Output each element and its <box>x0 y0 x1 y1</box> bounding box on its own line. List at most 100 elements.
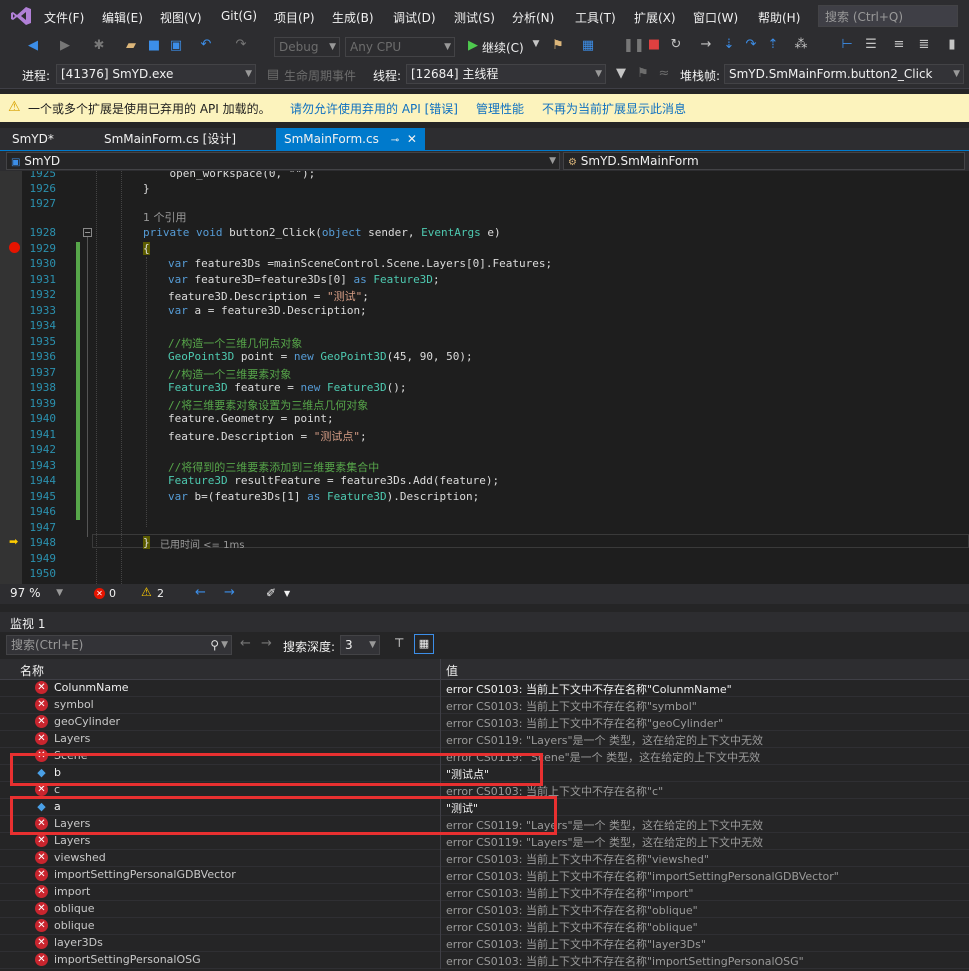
tab-smyd[interactable]: SmYD* <box>4 128 62 150</box>
bookmark-icon[interactable]: ▮ <box>943 37 961 52</box>
watch-value[interactable]: error CS0103: 当前上下文中不存在名称"symbol" <box>446 698 697 714</box>
menu-edit[interactable]: 编辑(E) <box>102 9 143 26</box>
watch-value[interactable]: error CS0103: 当前上下文中不存在名称"importSettingP… <box>446 953 804 969</box>
forward-icon[interactable]: ▶ <box>56 38 74 53</box>
watch-value[interactable]: error CS0103: 当前上下文中不存在名称"import" <box>446 885 693 901</box>
hot-reload-icon[interactable]: ⚑ <box>549 38 567 53</box>
thread-select[interactable]: [12684] 主线程 ▼ <box>406 64 606 84</box>
menu-analyze[interactable]: 分析(N) <box>512 9 554 26</box>
perf-tip[interactable]: 已用时间 <= 1ms <box>160 536 244 551</box>
previous-issue-icon[interactable]: ← <box>195 585 206 600</box>
watch-name[interactable]: oblique <box>54 919 95 932</box>
column-divider[interactable] <box>440 659 441 679</box>
code-editor[interactable]: ➡ 1925 1926 1927 1928 1929 1930 1931 193… <box>0 171 969 584</box>
process-select[interactable]: [41376] SmYD.exe ▼ <box>56 64 256 84</box>
watch-name[interactable]: oblique <box>54 902 95 915</box>
pause-icon[interactable]: ❚❚ <box>623 38 645 53</box>
menu-window[interactable]: 窗口(W) <box>693 9 738 26</box>
stack-frame-select[interactable]: SmYD.SmMainForm.button2_Click ▼ <box>724 64 964 84</box>
step-into-icon[interactable]: ⇣ <box>720 37 738 52</box>
watch-name[interactable]: Layers <box>54 834 90 847</box>
thread-icon[interactable]: ⊢ <box>838 37 856 52</box>
indicator-margin[interactable] <box>0 171 22 584</box>
menu-project[interactable]: 项目(P) <box>274 9 315 26</box>
hex-display-icon[interactable]: ⁂ <box>792 37 810 52</box>
menu-test[interactable]: 测试(S) <box>454 9 495 26</box>
restart-icon[interactable]: ↻ <box>667 37 685 52</box>
step-out-icon[interactable]: ⇡ <box>764 37 782 52</box>
search-previous-icon[interactable]: ← <box>240 636 251 651</box>
code-cleanup-icon[interactable]: ✐ <box>266 586 276 600</box>
dont-show-again-link[interactable]: 不再为当前扩展显示此消息 <box>542 100 686 117</box>
search-depth-select[interactable]: 3 ▼ <box>340 635 380 655</box>
watch-name[interactable]: geoCylinder <box>54 715 120 728</box>
disallow-deprecated-api-link[interactable]: 请勿允许使用弃用的 API [错误] <box>290 100 458 117</box>
watch-name[interactable]: importSettingPersonalGDBVector <box>54 868 236 881</box>
watch-name[interactable]: symbol <box>54 698 94 711</box>
breakpoint-icon[interactable] <box>9 242 20 253</box>
type-dropdown[interactable]: ⚙ SmYD.SmMainForm <box>563 152 965 170</box>
watch-row[interactable]: ✕ viewshed error CS0103: 当前上下文中不存在名称"views… <box>0 850 969 867</box>
column-header-name[interactable]: 名称 <box>20 662 44 679</box>
watch-row[interactable]: ✕ importSettingPersonalOSG error CS0103: 当… <box>0 952 969 969</box>
save-all-icon[interactable]: ▣ <box>167 38 185 53</box>
comment-icon[interactable]: ≡ <box>890 37 908 52</box>
menu-extensions[interactable]: 扩展(X) <box>634 9 676 26</box>
search-next-icon[interactable]: → <box>261 636 272 651</box>
stop-icon[interactable]: ■ <box>645 37 663 52</box>
watch-row[interactable]: ✕ symbol error CS0103: 当前上下文中不存在名称"symbol" <box>0 697 969 714</box>
visual-studio-logo-icon[interactable] <box>10 6 32 26</box>
watch-value[interactable]: error CS0103: 当前上下文中不存在名称"importSettingP… <box>446 868 839 884</box>
show-flagged-icon[interactable]: ≈ <box>655 66 673 81</box>
watch-value[interactable]: error CS0103: 当前上下文中不存在名称"viewshed" <box>446 851 709 867</box>
watch-value[interactable]: error CS0103: 当前上下文中不存在名称"geoCylinder" <box>446 715 723 731</box>
chevron-down-icon[interactable]: ▼ <box>527 39 545 49</box>
chevron-down-icon[interactable]: ▼ <box>221 636 228 654</box>
close-icon[interactable]: ✕ <box>407 132 417 146</box>
play-icon[interactable]: ▶ <box>464 38 482 53</box>
redo-icon[interactable]: ↷ <box>232 37 250 52</box>
watch-value[interactable]: error CS0119: "Layers"是一个 类型，这在给定的上下文中无效 <box>446 834 763 850</box>
watch-row[interactable]: ✕ oblique error CS0103: 当前上下文中不存在名称"obliqu… <box>0 918 969 935</box>
watch-search-input[interactable]: 搜索(Ctrl+E) ⚲ ▼ <box>6 635 232 655</box>
tab-smmainform-design[interactable]: SmMainForm.cs [设计] <box>96 128 244 150</box>
project-dropdown[interactable]: ▣ SmYD ▼ <box>6 152 560 170</box>
watch-name[interactable]: importSettingPersonalOSG <box>54 953 201 966</box>
watch-row[interactable]: ✕ import error CS0103: 当前上下文中不存在名称"import" <box>0 884 969 901</box>
filter-icon[interactable]: ▼ <box>612 66 630 81</box>
new-project-icon[interactable]: ✱ <box>90 38 108 53</box>
watch-value[interactable]: error CS0103: 当前上下文中不存在名称"ColunmName" <box>446 681 732 697</box>
menu-help[interactable]: 帮助(H) <box>758 9 800 26</box>
menu-debug[interactable]: 调试(D) <box>393 9 436 26</box>
watch-row[interactable]: ✕ layer3Ds error CS0103: 当前上下文中不存在名称"layer… <box>0 935 969 952</box>
warning-icon[interactable]: ⚠ <box>141 585 152 599</box>
error-icon[interactable]: ✕ <box>94 588 105 599</box>
uncomment-icon[interactable]: ≣ <box>915 37 933 52</box>
flag-threads-icon[interactable]: ⚑ <box>634 66 652 81</box>
pin-icon[interactable]: ⊸ <box>391 135 399 146</box>
step-over-icon[interactable]: ↷ <box>742 37 760 52</box>
watch-row[interactable]: ✕ oblique error CS0103: 当前上下文中不存在名称"obliqu… <box>0 901 969 918</box>
watch-value[interactable]: error CS0103: 当前上下文中不存在名称"oblique" <box>446 919 698 935</box>
stack-icon[interactable]: ☰ <box>862 37 880 52</box>
undo-icon[interactable]: ↶ <box>197 37 215 52</box>
watch-row[interactable]: ✕ Layers error CS0119: "Layers"是一个 类型，这在给定… <box>0 833 969 850</box>
search-icon[interactable]: ⚲ <box>210 636 219 654</box>
current-statement-arrow-icon[interactable]: ➡ <box>9 535 18 548</box>
next-issue-icon[interactable]: → <box>224 585 235 600</box>
code-lens-references[interactable]: 1 个引用 <box>143 209 187 225</box>
save-icon[interactable]: ■ <box>145 38 163 53</box>
configuration-select[interactable]: Debug ▼ <box>274 37 340 57</box>
platform-select[interactable]: Any CPU ▼ <box>345 37 455 57</box>
search-box[interactable]: 搜索 (Ctrl+Q) <box>818 5 958 27</box>
view-format-icon[interactable]: ▦ <box>414 634 434 654</box>
continue-button[interactable]: 继续(C) <box>482 39 524 56</box>
menu-file[interactable]: 文件(F) <box>44 9 84 26</box>
show-next-statement-icon[interactable]: → <box>697 37 715 52</box>
tab-smmainform-cs[interactable]: SmMainForm.cs ⊸ ✕ <box>276 128 425 150</box>
watch-name[interactable]: import <box>54 885 90 898</box>
menu-git[interactable]: Git(G) <box>221 9 257 23</box>
browser-link-icon[interactable]: ▦ <box>579 38 597 53</box>
watch-value[interactable]: error CS0103: 当前上下文中不存在名称"oblique" <box>446 902 698 918</box>
watch-name[interactable]: viewshed <box>54 851 106 864</box>
